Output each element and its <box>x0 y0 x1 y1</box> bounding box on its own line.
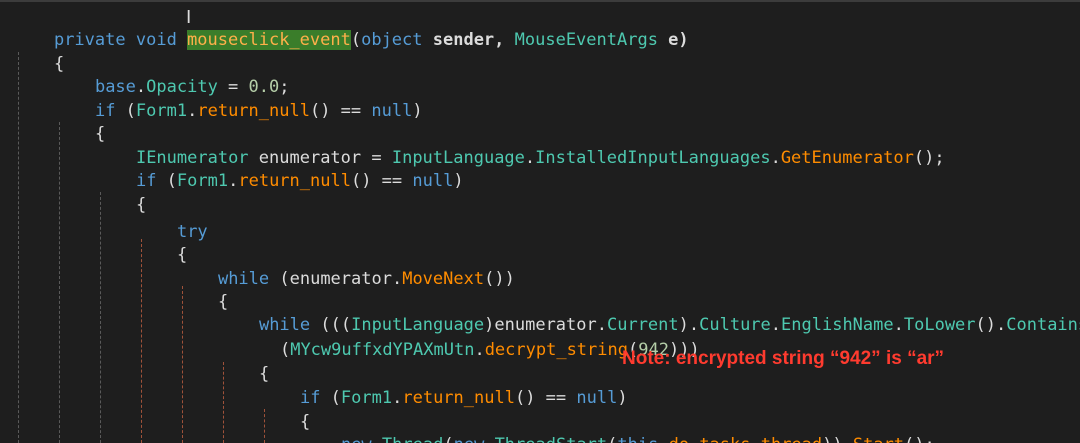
class-obfuscated: MYcw9uffxdYPAXmUtn <box>290 340 475 360</box>
code-line[interactable]: { <box>259 389 310 432</box>
keyword-null: null <box>412 171 454 191</box>
comparison: () == <box>309 101 372 121</box>
method-movenext: MoveNext <box>402 269 485 289</box>
method-contains: Contains <box>1006 315 1080 335</box>
code-line[interactable]: try <box>136 199 208 242</box>
code-line[interactable]: while (enumerator.MoveNext()) <box>177 246 515 289</box>
dot: . <box>658 435 668 443</box>
annotation-note: Note: encrypted string “942” is “ar” <box>622 348 945 369</box>
dot: . <box>770 148 781 168</box>
property-culture: Culture <box>699 315 771 335</box>
code-line[interactable]: base.Opacity = 0.0; <box>54 54 290 97</box>
class-form1: Form1 <box>135 101 188 121</box>
text-cursor-icon: I <box>186 7 192 28</box>
keyword-new: new <box>341 435 372 443</box>
paren: )). <box>822 435 853 443</box>
code-line[interactable]: { <box>218 341 269 384</box>
param-sender: sender, <box>422 30 515 50</box>
code-line[interactable]: private void mouseclick_event(object sen… <box>13 7 689 50</box>
code-editor[interactable]: private void mouseclick_event(object sen… <box>0 0 1080 443</box>
editor-top-border <box>0 0 1080 2</box>
code-line[interactable]: if (Form1.return_null() == null) <box>54 78 423 121</box>
paren: ( <box>350 30 362 50</box>
method-name-highlight[interactable]: mouse <box>187 30 239 50</box>
comparison: () == <box>350 171 413 191</box>
keyword-object: object <box>361 30 423 50</box>
type-mouseeventargs: MouseEventArgs <box>514 30 658 50</box>
property-installed: InstalledInputLanguages <box>535 148 771 168</box>
method-getenumerator: GetEnumerator <box>780 148 914 168</box>
class-form1: Form1 <box>176 171 229 191</box>
dot: . <box>524 148 536 168</box>
keyword-void: void <box>135 30 177 50</box>
keyword-new: new <box>454 435 485 443</box>
keyword-null: null <box>576 388 618 408</box>
code-line[interactable]: { <box>95 172 146 215</box>
method-start: Start <box>853 435 904 443</box>
property-englishname: EnglishName <box>781 315 894 335</box>
paren: ( <box>115 101 136 121</box>
paren: ()) <box>484 269 515 289</box>
method-return-null: return_null <box>238 171 351 191</box>
paren: ( <box>156 171 177 191</box>
class-form1: Form1 <box>340 388 393 408</box>
paren: ) <box>453 171 464 191</box>
expression: (enumerator. <box>269 269 403 289</box>
code-line[interactable]: { <box>136 222 187 265</box>
indent-guide <box>59 122 60 443</box>
method-decrypt-string: decrypt_string <box>484 340 628 360</box>
paren: ( <box>279 340 291 360</box>
code-line[interactable]: IEnumerator enumerator = InputLanguage.I… <box>95 125 945 168</box>
keyword-private: private <box>53 30 126 50</box>
paren: ( <box>607 435 617 443</box>
class-thread: Thread <box>382 435 443 443</box>
method-name-highlight[interactable]: click_event <box>238 30 351 50</box>
dot: . <box>474 340 485 360</box>
method-do-tasks-thread: do_tasks_thread <box>669 435 823 443</box>
method-return-null: return_null <box>402 388 515 408</box>
class-threadstart: ThreadStart <box>495 435 608 443</box>
dot: (). <box>975 315 1007 335</box>
dot: . <box>392 388 403 408</box>
keyword-this: this <box>617 435 658 443</box>
method-return-null: return_null <box>197 101 310 121</box>
dot: . <box>228 171 239 191</box>
param-e: e) <box>657 30 689 50</box>
indent-guide <box>18 52 19 443</box>
code-line[interactable]: if (Form1.return_null() == null) <box>259 365 628 408</box>
code-line[interactable]: { <box>177 269 228 312</box>
method-tolower: ToLower <box>903 315 976 335</box>
dot: . <box>893 315 904 335</box>
paren: ) <box>412 101 423 121</box>
call-end: (); <box>913 148 945 168</box>
code-line[interactable]: { <box>54 101 105 144</box>
paren: ) <box>617 388 628 408</box>
call-end: (); <box>904 435 935 443</box>
dot: . <box>770 315 782 335</box>
code-line[interactable]: { <box>13 31 64 74</box>
code-line[interactable]: (MYcw9uffxdYPAXmUtn.decrypt_string(942))… <box>239 317 700 360</box>
code-line[interactable]: while (((InputLanguage)enumerator.Curren… <box>218 292 1080 335</box>
code-line[interactable]: if (Form1.return_null() == null) <box>95 148 464 191</box>
code-line[interactable]: new Thread(new ThreadStart(this.do_tasks… <box>300 412 935 443</box>
dot: . <box>187 101 198 121</box>
paren: ( <box>443 435 453 443</box>
paren: ( <box>320 388 341 408</box>
comparison: () == <box>514 388 577 408</box>
keyword-null: null <box>371 101 413 121</box>
